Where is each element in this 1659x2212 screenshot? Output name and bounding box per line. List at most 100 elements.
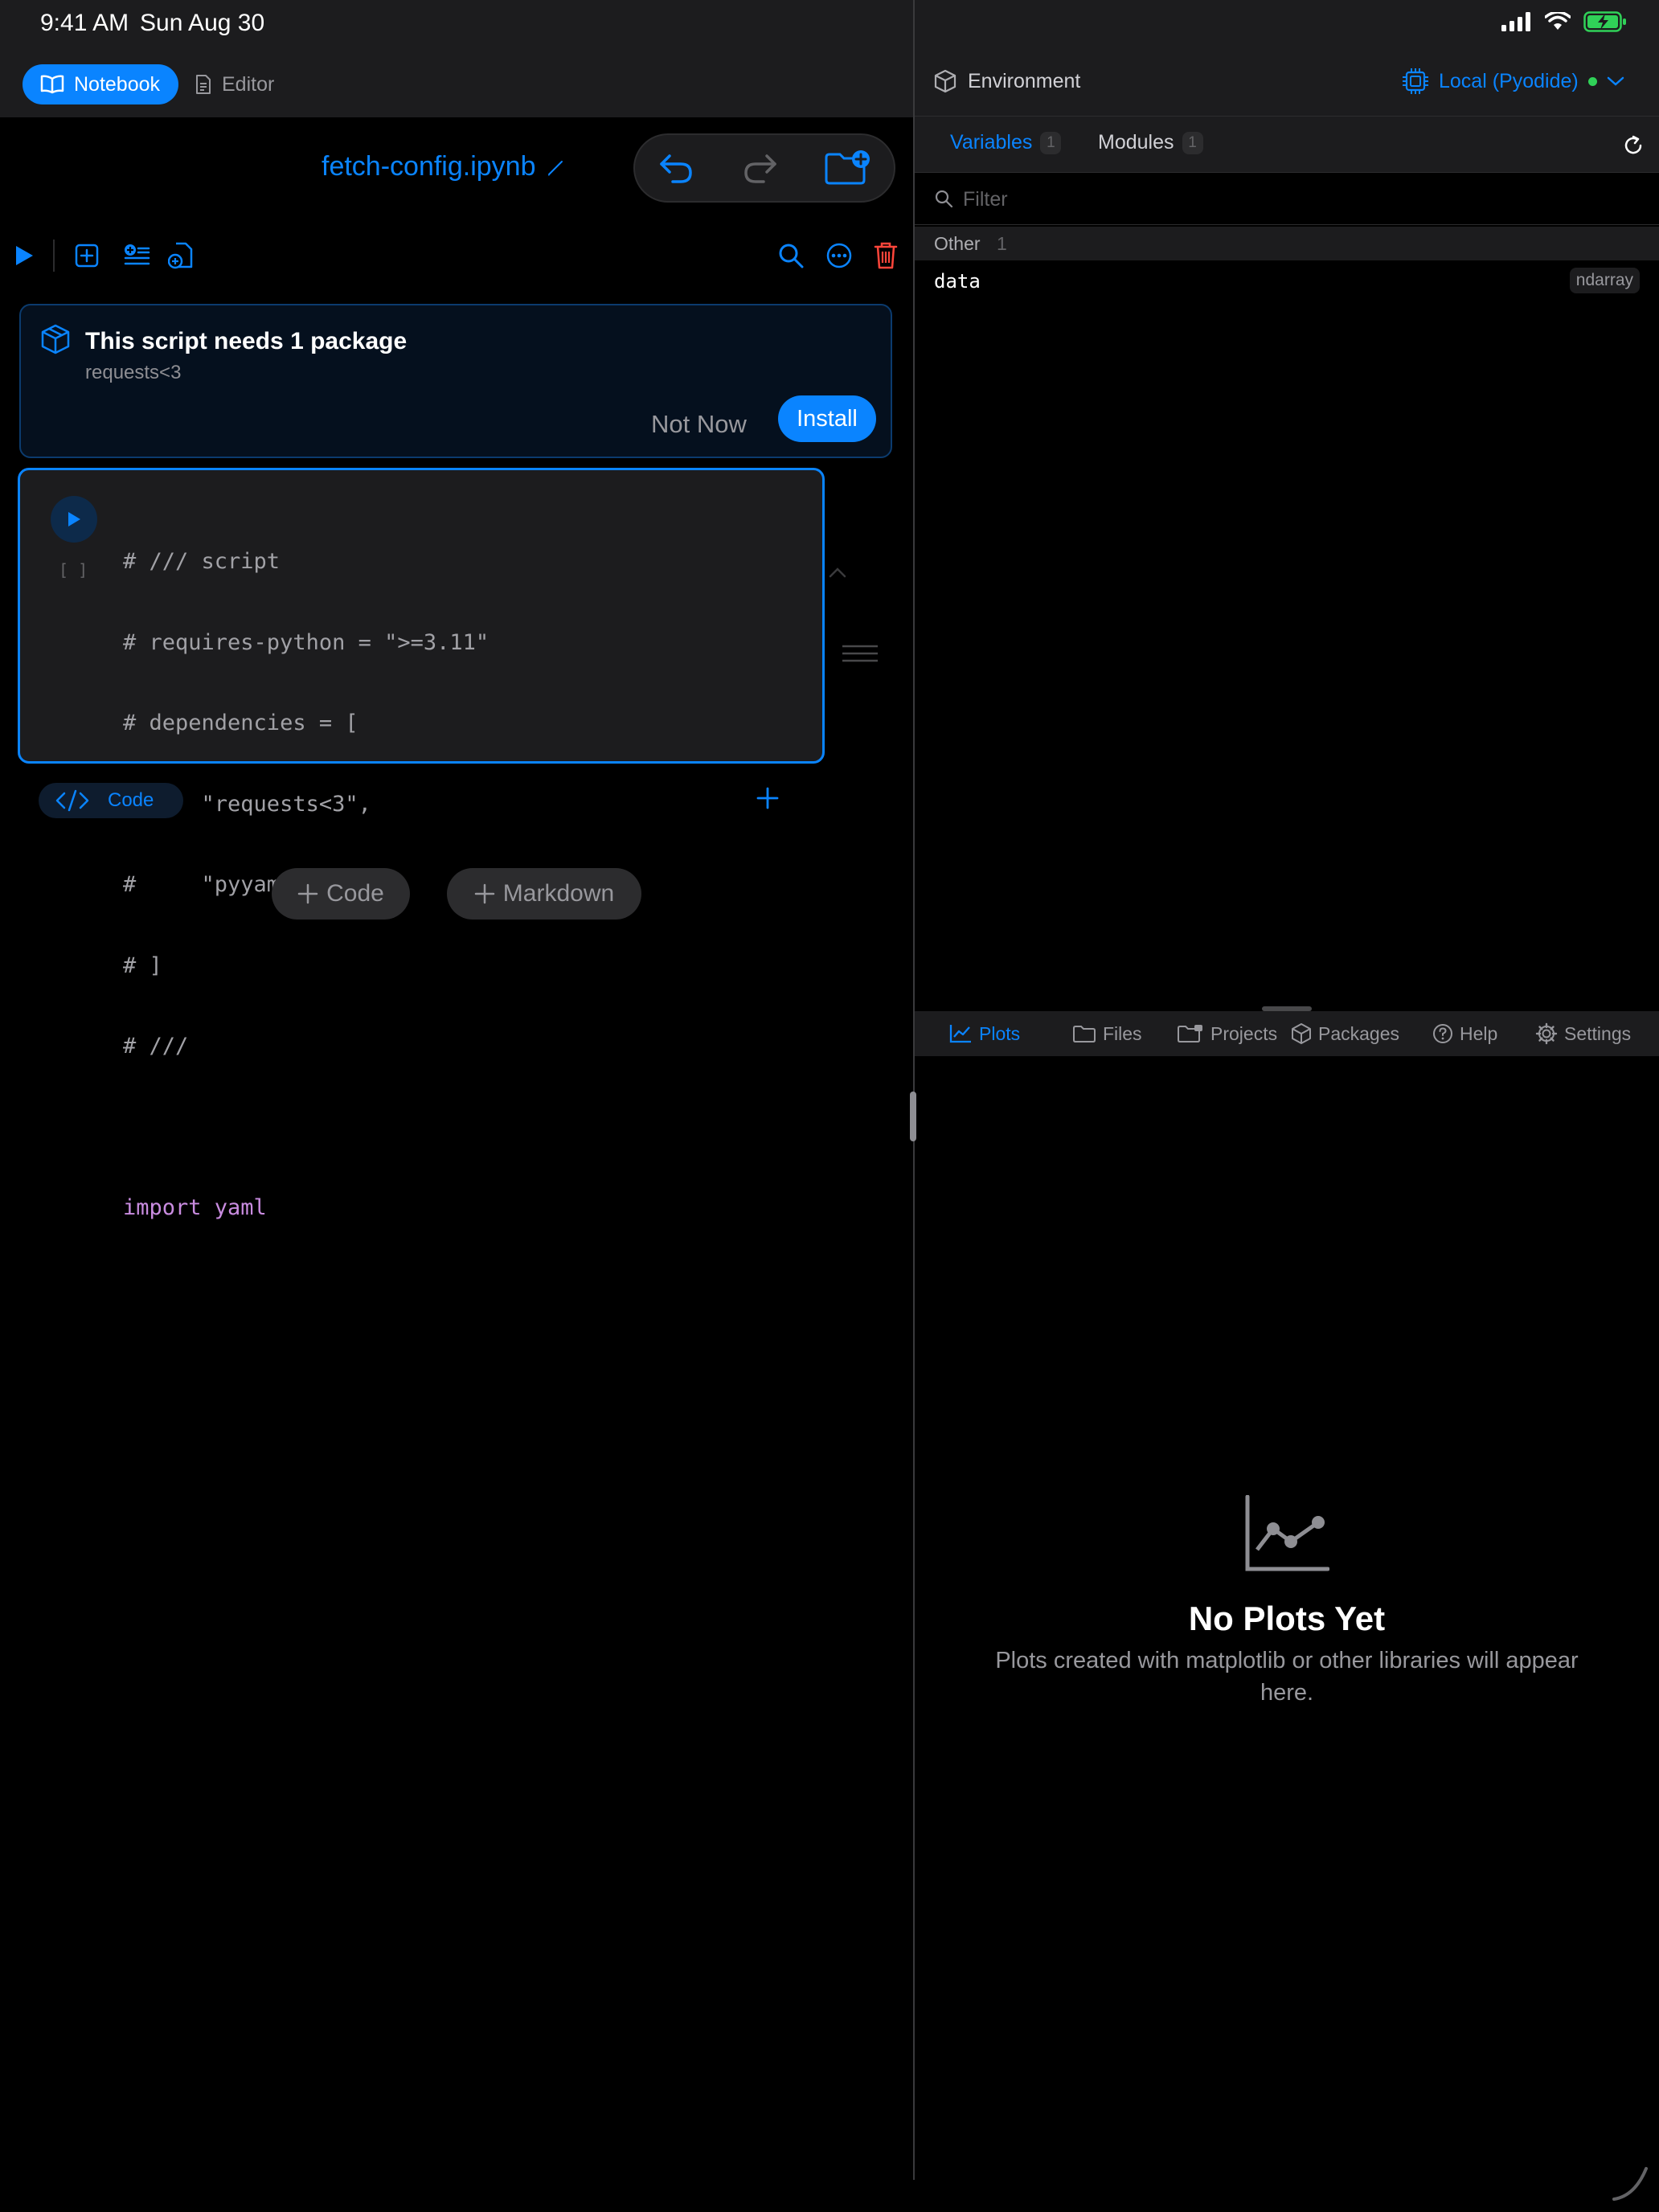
drag-handle-icon[interactable] (842, 643, 878, 664)
tab-help-label: Help (1460, 1022, 1498, 1044)
add-code-cell-button[interactable]: Code (272, 868, 410, 920)
variable-name: data (934, 270, 981, 293)
group-label: Other (934, 233, 981, 254)
code-brackets-icon (55, 789, 89, 812)
environment-title: Environment (934, 69, 1080, 93)
banner-subtitle: requests<3 (85, 362, 182, 383)
plus-square-icon (75, 244, 99, 268)
inspector-tabs: Variables 1 Modules 1 (915, 116, 1659, 172)
undo-icon[interactable] (658, 151, 695, 185)
package-icon (1292, 1023, 1311, 1044)
cell-type-selector[interactable]: Code (39, 783, 183, 818)
run-cell-button[interactable] (51, 496, 97, 543)
runtime-selector[interactable]: Local (Pyodide) (1402, 68, 1624, 95)
cellular-signal-icon (1501, 12, 1530, 31)
new-folder-icon[interactable] (824, 150, 870, 186)
refresh-icon[interactable] (1622, 134, 1645, 157)
document-icon (196, 75, 211, 94)
code-line: # ] (123, 952, 162, 978)
gear-icon (1535, 1022, 1558, 1045)
chevron-up-icon[interactable] (828, 566, 847, 579)
split-divider (913, 0, 915, 2180)
trash-icon (874, 242, 898, 269)
add-code-label: Code (326, 880, 384, 907)
code-cell[interactable]: [ ] # /// script # requires-python = ">=… (18, 468, 825, 1220)
tab-modules-label: Modules (1098, 131, 1174, 154)
tab-editor[interactable]: Editor (195, 64, 274, 104)
split-resize-handle[interactable] (910, 1092, 916, 1141)
delete-button[interactable] (866, 233, 905, 278)
book-icon (40, 75, 64, 94)
package-icon (934, 69, 956, 93)
tab-files[interactable]: Files (1072, 1011, 1142, 1056)
bottom-panel-tabs: Plots Files Projects Packages Help Setti… (915, 1011, 1659, 1056)
add-markdown-label: Markdown (502, 880, 615, 907)
runtime-label: Local (Pyodide) (1439, 69, 1579, 92)
tab-notebook[interactable]: Notebook (23, 64, 178, 104)
resize-corner-icon[interactable] (1611, 2164, 1649, 2202)
ellipsis-circle-icon (826, 243, 852, 268)
battery-charging-icon (1583, 11, 1626, 32)
tab-projects[interactable]: Projects (1177, 1011, 1277, 1056)
install-button[interactable]: Install (778, 395, 876, 442)
code-line: import yaml (123, 1195, 267, 1220)
add-cell-button[interactable] (68, 233, 106, 278)
notebook-toolbar (0, 233, 913, 278)
search-icon (779, 244, 804, 268)
variable-type-badge: ndarray (1569, 268, 1640, 293)
tab-notebook-label: Notebook (74, 72, 161, 96)
run-all-button[interactable] (5, 233, 43, 278)
variable-group-header[interactable]: Other 1 (915, 227, 1659, 260)
tab-plots[interactable]: Plots (948, 1011, 1020, 1056)
folder-badge-icon (1178, 1025, 1202, 1043)
chart-line-icon (1245, 1495, 1329, 1571)
empty-state-title: No Plots Yet (1188, 1600, 1386, 1637)
package-banner: This script needs 1 package requests<3 N… (19, 304, 892, 458)
not-now-button[interactable]: Not Now (651, 402, 747, 447)
tab-packages-label: Packages (1318, 1022, 1400, 1044)
filter-bar (915, 172, 1659, 225)
code-line: # dependencies = [ (123, 711, 358, 735)
group-count: 1 (997, 233, 1007, 254)
search-button[interactable] (772, 233, 810, 278)
more-options-button[interactable] (820, 233, 858, 278)
variables-count-badge: 1 (1040, 131, 1062, 154)
cpu-icon (1403, 68, 1428, 94)
add-cell-below-icon[interactable] (756, 786, 780, 810)
plus-icon (297, 883, 318, 904)
list-add-icon (124, 244, 150, 265)
new-file-button[interactable] (162, 233, 201, 278)
runtime-status-dot (1587, 76, 1597, 86)
document-add-icon (168, 242, 193, 269)
filter-input[interactable] (963, 184, 1622, 215)
folder-icon (1073, 1026, 1096, 1043)
tab-modules[interactable]: Modules 1 (1098, 131, 1203, 154)
notebook-title-text: fetch-config.ipynb (322, 151, 536, 182)
tab-variables[interactable]: Variables 1 (950, 131, 1062, 154)
chart-line-icon (949, 1025, 971, 1043)
variable-row[interactable]: data ndarray (915, 260, 1659, 301)
add-markdown-cell-button[interactable]: Markdown (447, 868, 641, 920)
play-icon (16, 246, 33, 265)
chevron-down-icon (1607, 76, 1624, 86)
tab-settings[interactable]: Settings (1535, 1011, 1631, 1056)
tab-files-label: Files (1103, 1022, 1142, 1044)
tab-packages[interactable]: Packages (1291, 1011, 1399, 1056)
tab-projects-label: Projects (1210, 1022, 1278, 1044)
insert-below-button[interactable] (117, 233, 156, 278)
tab-settings-label: Settings (1564, 1022, 1632, 1044)
banner-title: This script needs 1 package (85, 328, 408, 354)
status-time: 9:41 AM (40, 10, 129, 36)
notebook-title[interactable]: fetch-config.ipynb (322, 151, 567, 182)
code-line: # /// (123, 1034, 189, 1059)
play-icon (68, 512, 80, 526)
tab-editor-label: Editor (222, 72, 275, 96)
rename-pencil-icon (547, 160, 563, 176)
redo-icon[interactable] (741, 151, 778, 185)
question-circle-icon (1433, 1024, 1452, 1043)
cell-type-label: Code (108, 789, 154, 811)
plus-icon (474, 883, 495, 904)
tab-help[interactable]: Help (1432, 1011, 1497, 1056)
code-line: # requires-python = ">=3.11" (123, 629, 490, 655)
tab-plots-label: Plots (979, 1022, 1021, 1044)
